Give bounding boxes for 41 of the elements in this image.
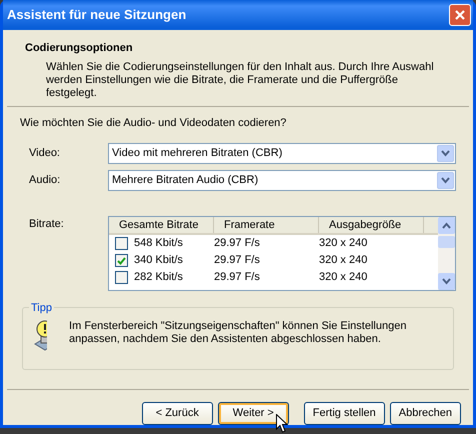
close-button[interactable] (449, 4, 471, 26)
window-title: Assistent für neue Sitzungen (7, 6, 186, 24)
section-title: Codierungsoptionen (25, 41, 134, 56)
checkbox[interactable] (115, 254, 128, 267)
table-cell-text: 340 Kbit/s (134, 253, 183, 268)
wizard-button[interactable]: < Zurück (142, 402, 213, 425)
mouse-pointer-icon (276, 414, 288, 433)
table-cell-text: 320 x 240 (319, 236, 368, 252)
table-cell-text: 282 Kbit/s (134, 270, 183, 286)
table-cell-text: 29.97 F/s (214, 236, 261, 252)
dropdown-button[interactable] (437, 172, 454, 189)
chevron-down-icon (441, 150, 450, 157)
chevron-down-icon (442, 278, 451, 285)
close-icon (454, 9, 466, 21)
column-header[interactable]: Ausgabegröße (319, 216, 424, 234)
table-cell-text: 320 x 240 (319, 270, 368, 286)
description-text: Wählen Sie die Codierungseinstellungen für den Inhalt aus. Durch Ihre Auswahl werden Einstellungen wie die Bitrate, die Framerate und die Puffergröße festgelegt. (45, 60, 435, 100)
field-label: Video: (28, 146, 61, 162)
wizard-button[interactable]: Abbrechen (390, 402, 461, 425)
table-cell-text: 548 Kbit/s (134, 236, 183, 252)
scroll-down-button[interactable] (438, 273, 455, 290)
dropdown-field[interactable]: Mehrere Bitraten Audio (CBR) (108, 170, 456, 191)
dropdown-button[interactable] (437, 145, 454, 162)
chevron-up-icon (442, 222, 451, 229)
table-cell-text: 29.97 F/s (214, 253, 261, 268)
checkbox[interactable] (115, 237, 128, 250)
wizard-button[interactable]: Fertig stellen (304, 402, 385, 425)
dropdown-field[interactable]: Video mit mehreren Bitraten (CBR) (108, 143, 456, 164)
scroll-thumb[interactable] (438, 236, 455, 248)
tip-text: Im Fensterbereich "Sitzungseigenschaften" können Sie Einstellungen anpassen, nachdem Sie den Assistenten abgeschlossen haben. (69, 320, 408, 347)
column-header[interactable]: Framerate (214, 216, 319, 234)
field-label: Bitrate: (28, 217, 65, 232)
field-label: Audio: (28, 173, 62, 188)
column-header[interactable]: Gesamte Bitrate (109, 216, 214, 234)
group-title: Tipp (29, 300, 54, 316)
chevron-down-icon (441, 177, 450, 184)
checkbox[interactable] (115, 271, 128, 284)
table-cell-text: 29.97 F/s (214, 270, 261, 286)
question-text: Wie möchten Sie die Audio- und Videodaten codieren? (20, 116, 288, 130)
scroll-up-button[interactable] (438, 217, 455, 234)
table-cell-text: 320 x 240 (319, 253, 368, 268)
